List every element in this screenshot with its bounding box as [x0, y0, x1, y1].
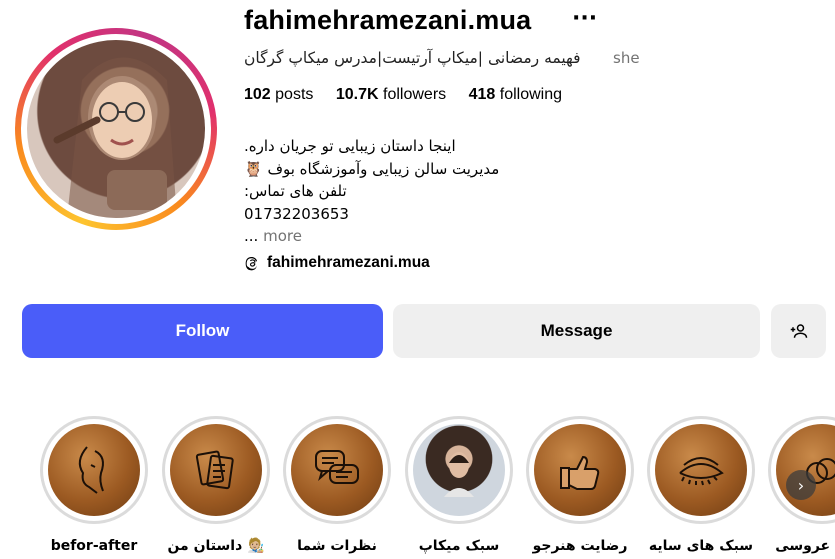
followers-stat[interactable]: 10.7K followers	[336, 86, 446, 104]
add-user-icon	[790, 324, 807, 338]
ellipsis-icon[interactable]: ···	[572, 6, 597, 31]
highlight-item[interactable]: befor-after	[40, 416, 148, 554]
highlight-label: befor-after	[50, 538, 138, 554]
chevron-right-icon[interactable]: ›	[786, 470, 816, 500]
thumbs-up-icon	[534, 424, 626, 516]
bio-line: اینجا داستان زیبایی تو جریان داره.	[244, 137, 456, 155]
story-highlights: befor-after داستان من 🧑🏼‍🎨 نظرات شما سبک…	[0, 416, 835, 559]
highlight-label: سبک های سایه	[648, 538, 754, 554]
message-button[interactable]: Message	[393, 304, 760, 358]
follow-button[interactable]: Follow	[22, 304, 383, 358]
highlight-item[interactable]: داستان من 🧑🏼‍🎨	[162, 416, 270, 554]
highlight-label: داستان من 🧑🏼‍🎨	[167, 538, 265, 554]
notes-icon	[170, 424, 262, 516]
profile-pronoun: she	[613, 49, 640, 67]
photo-cover	[413, 424, 505, 516]
threads-link[interactable]: fahimehramezani.mua	[244, 254, 430, 272]
highlight-item[interactable]: رضایت هنرجو	[526, 416, 634, 554]
highlight-label: نظرات شما	[297, 538, 377, 554]
highlight-item[interactable]: نظرات شما	[283, 416, 391, 554]
posts-stat[interactable]: 102 posts	[244, 86, 313, 104]
face-line-icon	[48, 424, 140, 516]
add-user-button[interactable]	[771, 304, 826, 358]
highlight-item[interactable]: سبک میکاپ	[405, 416, 513, 554]
profile-full-name: فهیمه رمضانی |میکاپ آرتیست|مدرس میکاپ گر…	[244, 49, 581, 67]
profile-username: fahimehramezani.mua	[244, 5, 532, 35]
avatar-photo	[27, 40, 205, 218]
bio-line: تلفن های تماس:	[244, 182, 347, 200]
profile-stats: 102 posts 10.7K followers 418 following	[244, 86, 580, 104]
profile-bio: اینجا داستان زیبایی تو جریان داره. مدیری…	[244, 135, 544, 248]
bio-more-link[interactable]: more	[263, 227, 302, 245]
bio-phone: 01732203653	[244, 204, 349, 223]
profile-avatar[interactable]	[15, 28, 217, 230]
highlight-item[interactable]: سبک های سایه	[647, 416, 755, 554]
bio-line: مدیریت سالن زیبایی وآموزشگاه بوف 🦉	[244, 159, 500, 178]
threads-icon	[245, 257, 258, 271]
eye-makeup-icon	[655, 424, 747, 516]
highlight-label: سبک میکاپ	[418, 538, 500, 554]
following-stat[interactable]: 418 following	[469, 86, 562, 104]
threads-handle: fahimehramezani.mua	[267, 254, 430, 271]
highlight-label: رضایت هنرجو	[532, 538, 628, 554]
bio-more-prefix: ...	[244, 227, 259, 245]
highlight-label: سبک عروسی	[775, 538, 835, 554]
chat-bubble-icon	[291, 424, 383, 516]
